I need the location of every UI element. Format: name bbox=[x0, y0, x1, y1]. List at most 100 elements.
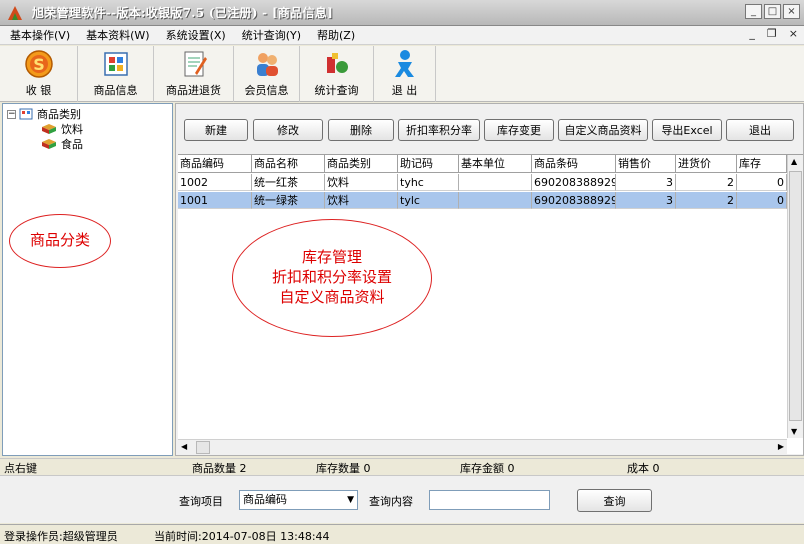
summary-status-bar: 点右键 商品数量 2 库存数量 0 库存金额 0 成本 0 bbox=[0, 458, 804, 475]
title-bar: 旭荣管理软件--版本:收银版7.5 (已注册) - [商品信息] _ □ × bbox=[0, 0, 804, 26]
menu-help[interactable]: 帮助(Z) bbox=[307, 27, 361, 43]
tree-item-label: 食品 bbox=[61, 138, 83, 151]
stock-amount: 库存金额 0 bbox=[460, 462, 515, 475]
toolbar-members-label: 会员信息 bbox=[244, 84, 289, 97]
toolbar-stock-in-out-button[interactable]: 商品进退货 bbox=[154, 46, 234, 102]
product-count: 商品数量 2 bbox=[192, 462, 247, 475]
col-header-stock[interactable]: 库存 bbox=[737, 155, 787, 173]
query-button[interactable]: 查询 bbox=[577, 489, 652, 512]
cell-category: 饮料 bbox=[325, 174, 398, 191]
cell-mnemonic: tylc bbox=[398, 192, 459, 209]
col-header-unit[interactable]: 基本单位 bbox=[459, 155, 532, 173]
query-item-label: 查询项目 bbox=[179, 495, 223, 508]
cell-purchase-price: 2 bbox=[676, 174, 737, 191]
toolbar-members-button[interactable]: 会员信息 bbox=[234, 46, 300, 102]
cell-sale-price: 3 bbox=[616, 174, 676, 191]
scroll-h-thumb[interactable] bbox=[196, 441, 210, 454]
tree-root[interactable]: − 商品类别 bbox=[7, 107, 81, 121]
col-header-purchase-price[interactable]: 进货价 bbox=[676, 155, 737, 173]
scroll-thumb[interactable] bbox=[789, 171, 802, 421]
scroll-left-arrow-icon[interactable]: ◀ bbox=[181, 442, 187, 451]
table-row[interactable]: 1002 统一红茶 饮料 tyhc 6902083889296 3 2 0 bbox=[178, 174, 787, 191]
toolbar-product-info-label: 商品信息 bbox=[93, 84, 138, 97]
svg-text:S: S bbox=[33, 55, 45, 74]
window-title: 旭荣管理软件--版本:收银版7.5 (已注册) - [商品信息] bbox=[32, 6, 334, 20]
scroll-right-arrow-icon[interactable]: ▶ bbox=[778, 442, 784, 451]
menu-statistics[interactable]: 统计查询(Y) bbox=[232, 27, 307, 43]
menu-system-settings[interactable]: 系统设置(X) bbox=[156, 27, 232, 43]
product-table: 商品编码 商品名称 商品类别 助记码 基本单位 商品条码 销售价 进货价 库存 … bbox=[178, 154, 803, 455]
toolbar-exit-button[interactable]: 退 出 bbox=[374, 46, 436, 102]
horizontal-scrollbar[interactable]: ◀ ▶ bbox=[178, 439, 787, 455]
col-header-name[interactable]: 商品名称 bbox=[252, 155, 325, 173]
exit-button[interactable]: 退出 bbox=[726, 119, 794, 141]
menu-basic-operations[interactable]: 基本操作(V) bbox=[0, 27, 76, 43]
col-header-sale-price[interactable]: 销售价 bbox=[616, 155, 676, 173]
query-content-input[interactable] bbox=[429, 490, 550, 510]
members-icon bbox=[256, 53, 278, 76]
cell-unit bbox=[459, 192, 532, 209]
scroll-up-arrow-icon[interactable]: ▲ bbox=[791, 157, 797, 166]
stock-change-button[interactable]: 库存变更 bbox=[484, 119, 554, 141]
menu-basic-data[interactable]: 基本资料(W) bbox=[76, 27, 155, 43]
menu-bar: 基本操作(V) 基本资料(W) 系统设置(X) 统计查询(Y) 帮助(Z) bbox=[0, 26, 804, 45]
product-grid-icon bbox=[103, 52, 128, 76]
chevron-down-icon[interactable]: ▼ bbox=[347, 491, 354, 509]
toolbar-cashier-label: 收 银 bbox=[25, 84, 52, 97]
operator-label: 登录操作员:超级管理员 bbox=[4, 530, 118, 543]
maximize-button[interactable]: □ bbox=[764, 4, 781, 19]
toolbar-exit-label: 退 出 bbox=[391, 84, 418, 97]
cell-stock: 0 bbox=[737, 192, 787, 209]
footer-status-bar: 登录操作员:超级管理员 当前时间:2014-07-08日 13:48:44 bbox=[0, 524, 804, 544]
cashier-coin-icon: S bbox=[24, 50, 53, 78]
close-button[interactable]: × bbox=[783, 4, 800, 19]
cell-unit bbox=[459, 174, 532, 191]
cost-total: 成本 0 bbox=[627, 462, 660, 475]
cell-purchase-price: 2 bbox=[676, 192, 737, 209]
toolbar-product-info-button[interactable]: 商品信息 bbox=[78, 46, 154, 102]
category-item-icon bbox=[42, 139, 56, 149]
col-header-barcode[interactable]: 商品条码 bbox=[532, 155, 616, 173]
cell-barcode: 6902083889296 bbox=[532, 174, 616, 191]
cell-code: 1002 bbox=[178, 174, 252, 191]
toolbar-stock-in-out-label: 商品进退货 bbox=[166, 84, 221, 97]
collapse-icon[interactable]: − bbox=[7, 109, 16, 119]
mdi-close-button[interactable]: × bbox=[789, 27, 798, 40]
mdi-minimize-button[interactable]: _ bbox=[749, 27, 755, 40]
query-item-value: 商品编码 bbox=[243, 493, 287, 506]
toolbar-cashier-button[interactable]: S 收 银 bbox=[0, 46, 78, 102]
exit-person-icon bbox=[394, 50, 414, 77]
vertical-scrollbar[interactable]: ▲ ▼ bbox=[787, 155, 803, 438]
category-item-icon bbox=[42, 124, 56, 134]
category-tree-panel: − 商品类别 饮料 食品 商品分类 bbox=[2, 103, 173, 456]
right-click-hint: 点右键 bbox=[4, 462, 37, 475]
edit-button[interactable]: 修改 bbox=[253, 119, 323, 141]
app-logo-icon bbox=[8, 5, 22, 20]
discount-points-button[interactable]: 折扣率积分率 bbox=[398, 119, 480, 141]
tree-item-beverage[interactable]: 饮料 bbox=[41, 122, 83, 136]
mdi-restore-button[interactable]: ❐ bbox=[767, 27, 777, 40]
query-content-label: 查询内容 bbox=[369, 495, 413, 508]
current-time: 当前时间:2014-07-08日 13:48:44 bbox=[154, 530, 330, 543]
col-header-category[interactable]: 商品类别 bbox=[325, 155, 398, 173]
query-item-select[interactable]: 商品编码 ▼ bbox=[239, 490, 358, 510]
toolbar: S 收 银 商品信息 商品进退货 会员信息 统计查询 退 出 bbox=[0, 46, 804, 102]
product-panel: 新建 修改 删除 折扣率积分率 库存变更 自定义商品资料 导出Excel 退出 … bbox=[175, 103, 804, 456]
stock-count: 库存数量 0 bbox=[316, 462, 371, 475]
table-row-selected[interactable]: 1001 统一绿茶 饮料 tylc 6902083889296 3 2 0 bbox=[178, 192, 787, 209]
minimize-button[interactable]: _ bbox=[745, 4, 762, 19]
toolbar-statistics-button[interactable]: 统计查询 bbox=[300, 46, 374, 102]
tree-item-food[interactable]: 食品 bbox=[41, 137, 83, 151]
cell-mnemonic: tyhc bbox=[398, 174, 459, 191]
annotation-center-line-3: 自定义商品资料 bbox=[279, 288, 385, 306]
col-header-mnemonic[interactable]: 助记码 bbox=[398, 155, 459, 173]
custom-product-data-button[interactable]: 自定义商品资料 bbox=[558, 119, 648, 141]
annotation-category-text: 商品分类 bbox=[29, 231, 90, 249]
delete-button[interactable]: 删除 bbox=[328, 119, 394, 141]
export-excel-button[interactable]: 导出Excel bbox=[652, 119, 722, 141]
annotation-center-line-2: 折扣和积分率设置 bbox=[271, 268, 392, 286]
col-header-code[interactable]: 商品编码 bbox=[178, 155, 252, 173]
new-button[interactable]: 新建 bbox=[184, 119, 248, 141]
stock-form-icon bbox=[184, 51, 207, 77]
scroll-down-arrow-icon[interactable]: ▼ bbox=[791, 427, 797, 436]
